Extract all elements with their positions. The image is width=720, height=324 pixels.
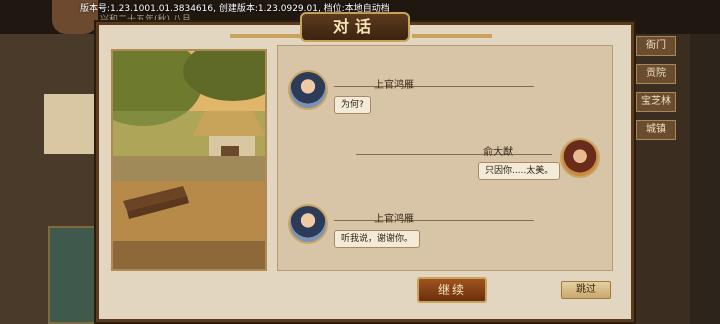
speaker-avatar-shangguan (288, 70, 328, 110)
name-underline (334, 86, 534, 87)
village-scene-image (113, 51, 265, 269)
soldier-portrait[interactable] (48, 226, 98, 324)
name-underline (356, 154, 552, 155)
version-info: 版本号:1.23.1001.01.3834616, 创建版本:1.23.0929… (80, 4, 390, 14)
dialog-title: 对话 (332, 17, 377, 36)
dialog-title-bar: 对话 (300, 12, 410, 42)
dialog-line: 只因你.....太美。 (478, 162, 561, 180)
menu-yamen[interactable]: 衙门 (636, 36, 676, 56)
title-ornament-right (412, 34, 492, 38)
menu-baozhilin[interactable]: 宝芝林 (636, 92, 676, 112)
speaker-avatar-shangguan (288, 204, 328, 244)
menu-chengzhen[interactable]: 城镇 (636, 120, 676, 140)
dialog-line: 为何? (334, 96, 371, 114)
dialog-line: 听我说，谢谢你。 (334, 230, 421, 248)
speaker-avatar-yu (560, 138, 600, 178)
dialog-window: 上官鸿雁 为何? 俞大猷 只因你.....太美。 上官鸿雁 听我说，谢谢你。 继… (96, 22, 634, 322)
quest-panel[interactable] (44, 94, 100, 154)
speaker-name: 俞大猷 (483, 147, 513, 158)
continue-button[interactable]: 继续 (417, 277, 487, 303)
title-ornament-left (230, 34, 310, 38)
skip-button[interactable]: 跳过 (561, 281, 611, 299)
speaker-name: 上官鸿雁 (374, 80, 414, 91)
scene-illustration (111, 49, 267, 271)
speaker-name: 上官鸿雁 (374, 214, 414, 225)
name-underline (334, 220, 534, 221)
dialog-transcript: 上官鸿雁 为何? 俞大猷 只因你.....太美。 上官鸿雁 听我说，谢谢你。 (277, 45, 613, 271)
menu-gongyuan[interactable]: 贡院 (636, 64, 676, 84)
right-edge (690, 34, 720, 324)
